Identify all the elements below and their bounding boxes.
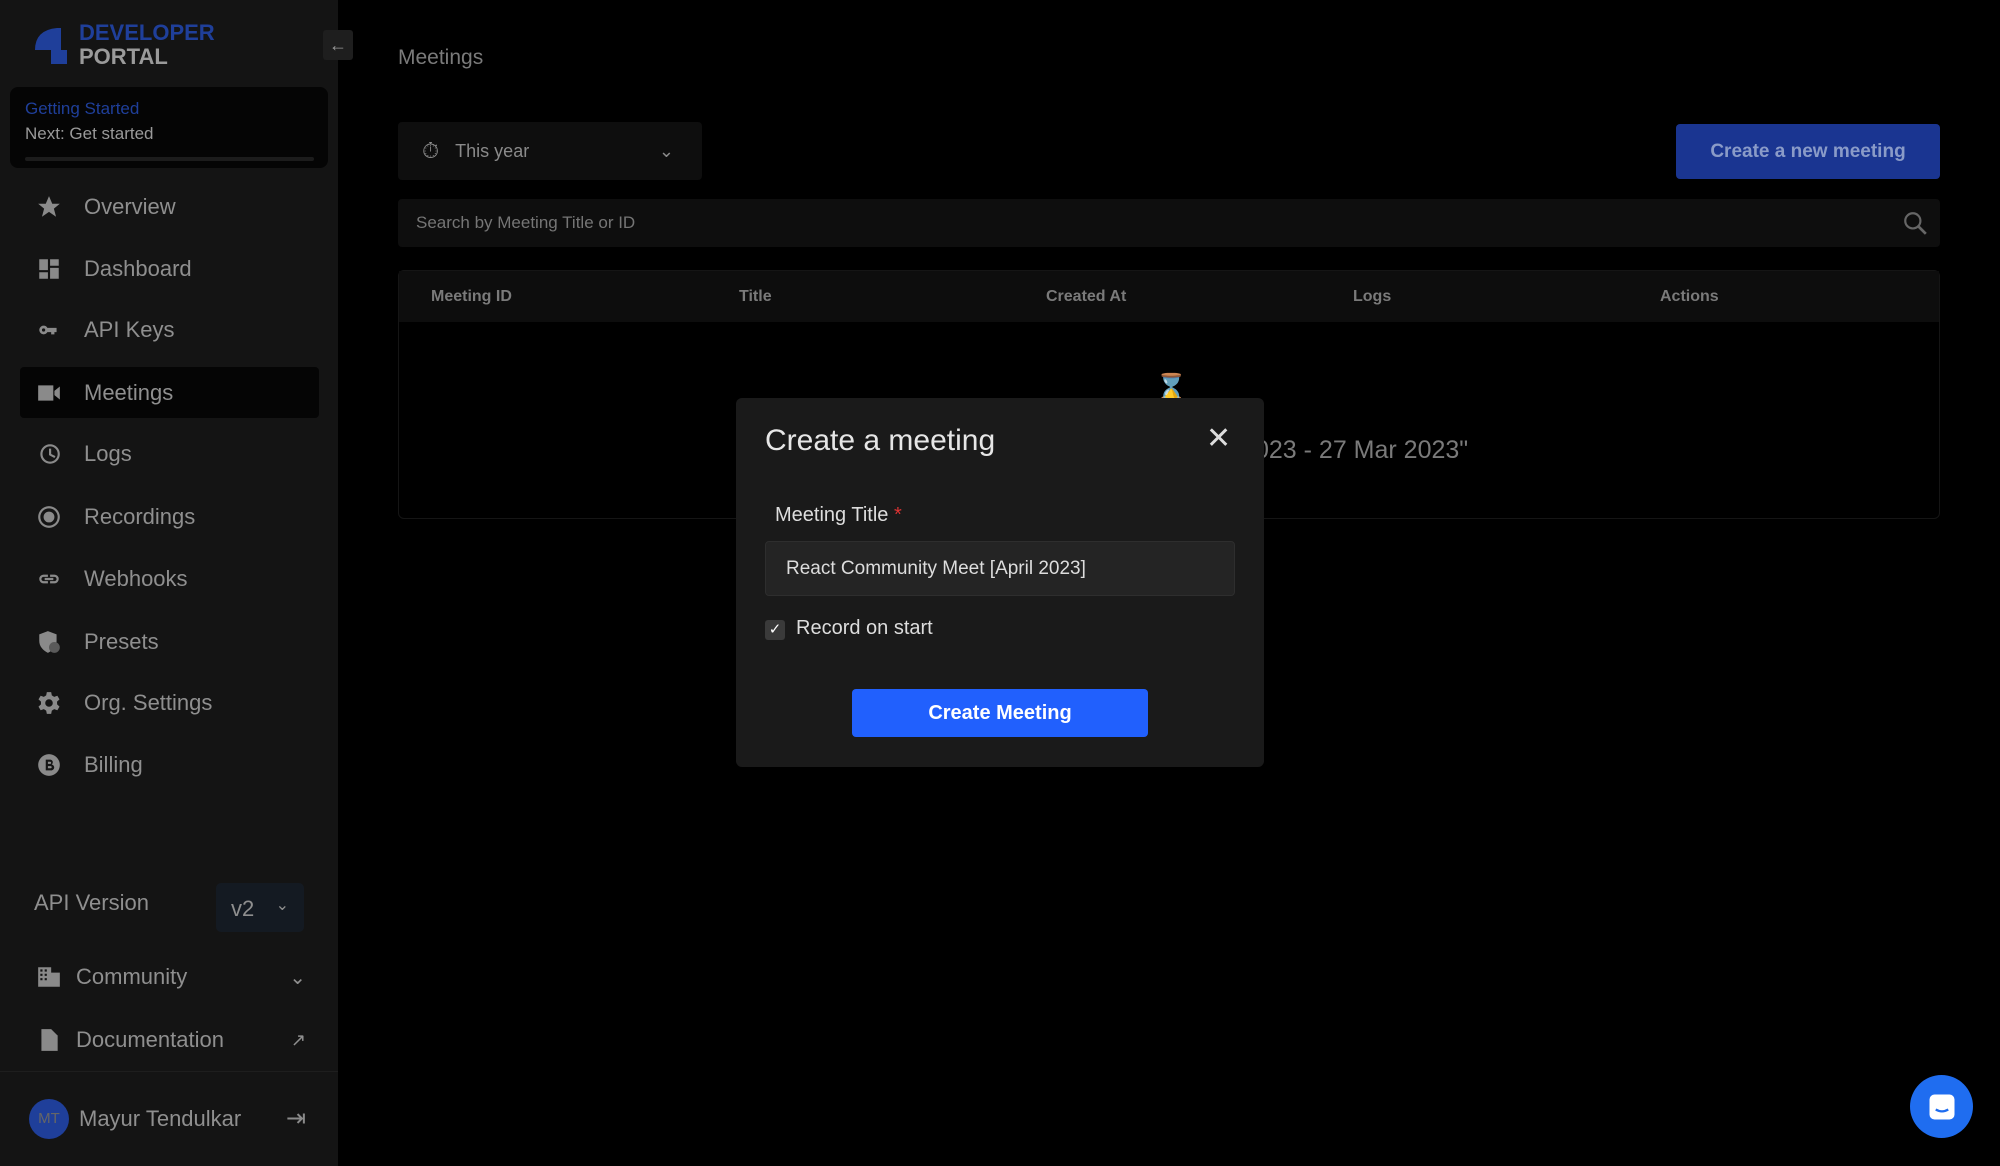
sidebar-item-meetings[interactable]: Meetings [20, 367, 319, 418]
breadcrumb: Meetings [398, 46, 484, 69]
brand-line1: DEVELOPER [79, 20, 215, 45]
sidebar-item-billing[interactable]: Billing [20, 739, 319, 790]
user-name: Mayur Tendulkar [79, 1106, 242, 1131]
getting-started-title: Getting Started [25, 99, 140, 118]
meeting-title-label: Meeting Title * [775, 504, 902, 527]
timer-icon: ⏱ [422, 138, 440, 163]
sidebar-item-label: Dashboard [84, 255, 192, 281]
api-version-label: API Version [34, 890, 149, 915]
column-header: Created At [1046, 288, 1127, 305]
avatar[interactable]: MT [29, 1099, 69, 1139]
video-icon [38, 384, 60, 401]
bitcoin-icon [38, 753, 60, 776]
date-filter-value: This year [455, 140, 530, 161]
sidebar-item-label: API Keys [84, 316, 175, 342]
dashboard-icon [39, 258, 59, 279]
external-link-icon: ↗ [290, 1029, 306, 1050]
brand-line2: PORTAL [79, 44, 168, 69]
chat-icon [1929, 1094, 1955, 1120]
sidebar-item-label: Org. Settings [84, 689, 213, 715]
sidebar-item-label: Recordings [84, 503, 196, 529]
column-header: Meeting ID [431, 288, 512, 305]
community-label: Community [76, 964, 188, 989]
record-on-start-checkbox[interactable]: ✓ [765, 620, 785, 640]
chevron-down-icon: ⌄ [658, 140, 674, 161]
label-text: Meeting Title [775, 504, 889, 526]
column-header: Actions [1660, 288, 1719, 305]
sidebar: DEVELOPER PORTAL ← Getting Started Next:… [0, 0, 353, 1166]
required-marker: * [893, 504, 902, 526]
document-icon [41, 1029, 58, 1051]
documentation-link[interactable]: Documentation ↗ [36, 1027, 306, 1053]
community-menu[interactable]: Community ⌄ [36, 964, 306, 990]
modal-title: Create a meeting [765, 424, 996, 457]
getting-started-next: Next: Get started [25, 124, 154, 143]
create-meeting-button[interactable]: Create Meeting [852, 689, 1148, 737]
api-version-select[interactable]: v2 ⌄ [216, 883, 304, 932]
search-icon[interactable] [1902, 210, 1928, 236]
logout-icon[interactable]: ⇥ [286, 1104, 306, 1133]
empty-state-text: 023 - 27 Mar 2023" [1255, 436, 1469, 464]
sidebar-item-overview[interactable]: Overview [20, 181, 319, 232]
api-version-value: v2 [231, 896, 255, 921]
chevron-down-icon: ⌄ [275, 897, 289, 914]
gear-icon [38, 691, 60, 714]
sidebar-item-recordings[interactable]: Recordings [20, 491, 319, 542]
sidebar-item-presets[interactable]: Presets [20, 616, 319, 667]
star-icon [38, 195, 60, 217]
key-icon [39, 325, 57, 334]
collapse-sidebar-button[interactable]: ← [323, 30, 353, 60]
record-on-start-label[interactable]: Record on start [796, 617, 933, 640]
column-header: Title [739, 288, 772, 305]
sidebar-item-api-keys[interactable]: API Keys [20, 304, 319, 355]
sidebar-item-org-settings[interactable]: Org. Settings [20, 677, 319, 728]
column-header: Logs [1353, 288, 1392, 305]
date-filter-select[interactable]: ⏱ This year ⌄ [398, 122, 702, 180]
chat-support-button[interactable] [1910, 1075, 1973, 1138]
sidebar-item-label: Webhooks [84, 565, 188, 591]
record-icon [38, 505, 60, 528]
create-meeting-modal: Create a meeting ✕ Meeting Title * ✓ Rec… [736, 398, 1264, 767]
sidebar-item-label: Logs [84, 440, 132, 466]
create-new-meeting-button[interactable]: Create a new meeting [1676, 124, 1940, 179]
meeting-title-input[interactable] [765, 541, 1235, 596]
logo-icon [35, 28, 67, 64]
sidebar-item-webhooks[interactable]: Webhooks [20, 553, 319, 604]
search-input[interactable] [398, 199, 1940, 247]
shield-icon [39, 630, 60, 653]
sidebar-item-logs[interactable]: Logs [20, 428, 319, 479]
history-icon [40, 443, 60, 464]
chevron-down-icon: ⌄ [289, 966, 306, 989]
sidebar-item-label: Billing [84, 751, 143, 777]
building-icon [38, 967, 60, 987]
getting-started-progress [25, 157, 314, 161]
divider [0, 1071, 338, 1072]
sidebar-item-dashboard[interactable]: Dashboard [20, 243, 319, 294]
sidebar-item-label: Meetings [84, 379, 174, 405]
sidebar-item-label: Presets [84, 628, 159, 654]
link-icon [39, 574, 59, 583]
sidebar-item-label: Overview [84, 193, 176, 219]
close-icon[interactable]: ✕ [1206, 424, 1231, 454]
table-header: Meeting ID Title Created At Logs Actions [399, 271, 1939, 322]
getting-started-card[interactable]: Getting Started Next: Get started [10, 87, 328, 168]
documentation-label: Documentation [76, 1027, 224, 1052]
